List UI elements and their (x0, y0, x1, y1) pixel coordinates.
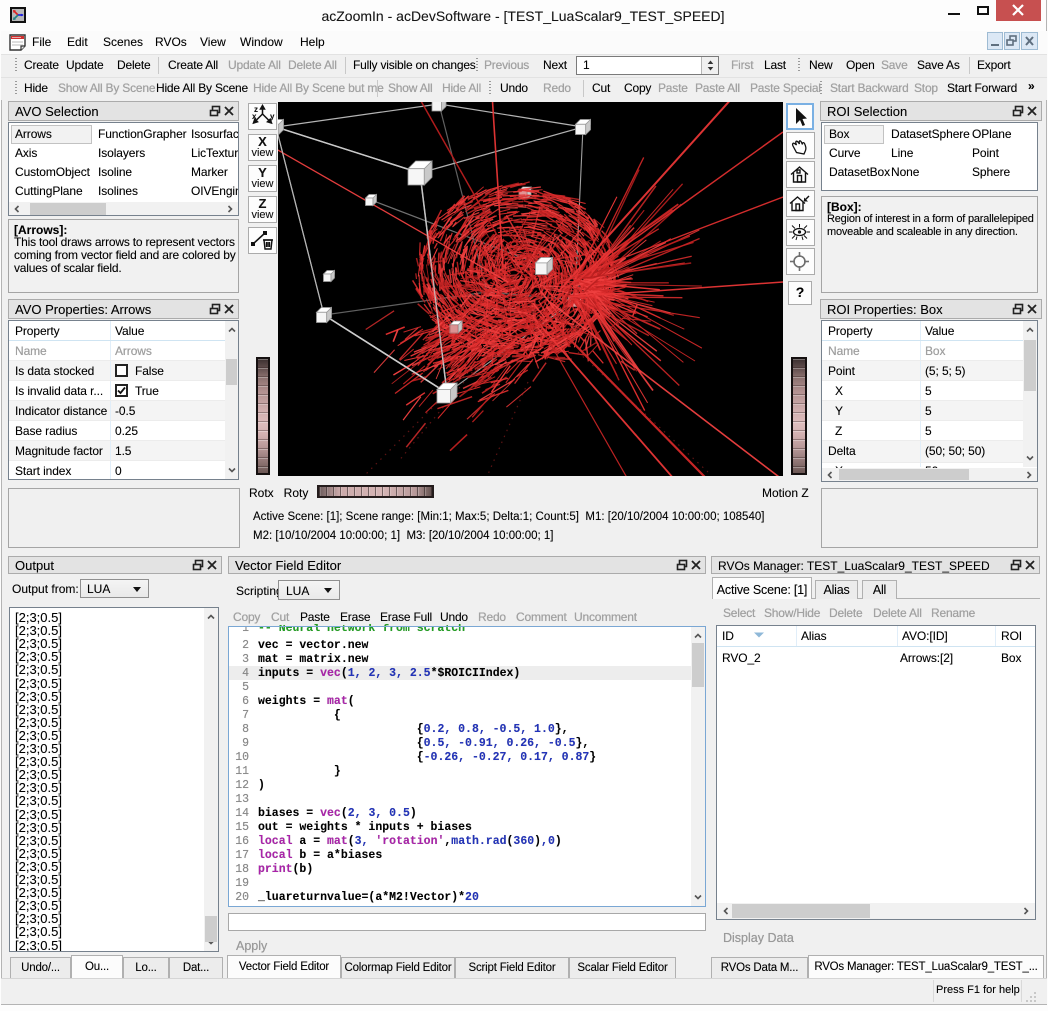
svg-text:x: x (252, 112, 257, 121)
svg-text:y: y (270, 112, 275, 121)
